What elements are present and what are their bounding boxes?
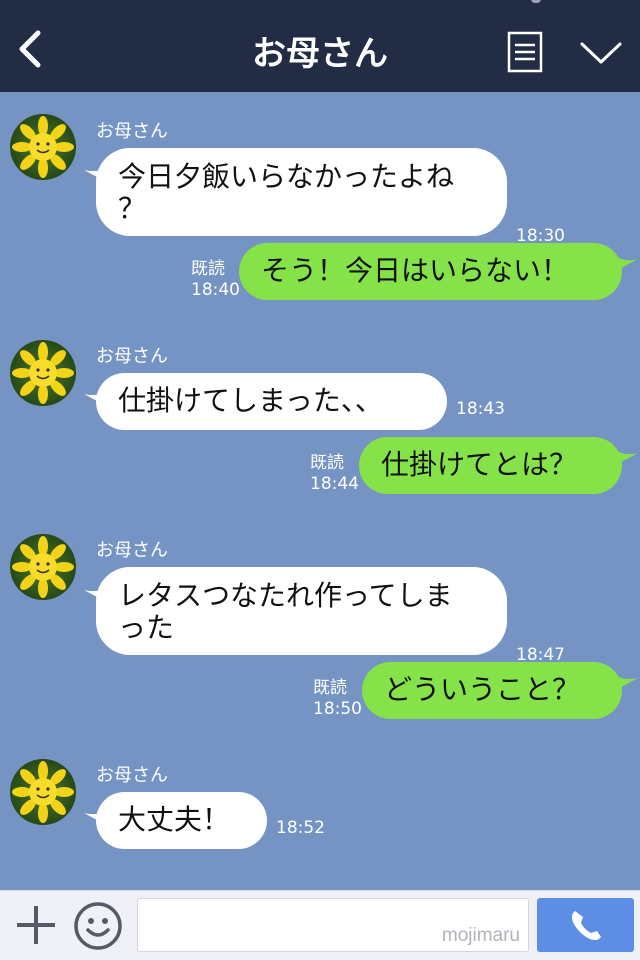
read-receipt: 既読 (313, 678, 347, 698)
menu-toggle-button[interactable] (578, 36, 624, 70)
message-bubble[interactable]: 今日夕飯いらなかったよね ？ (96, 148, 507, 236)
message-bubble[interactable]: そう！今日はいらない！ (239, 243, 622, 300)
call-button[interactable] (537, 898, 634, 952)
sender-name: お母さん (96, 540, 168, 561)
emoji-button[interactable] (73, 901, 123, 951)
read-receipt: 既読 (310, 453, 344, 473)
avatar[interactable] (10, 534, 76, 600)
sender-name: お母さん (96, 765, 168, 786)
message-bubble[interactable]: 大丈夫！ (96, 792, 267, 849)
bubble-tail (608, 253, 638, 275)
watermark-text: mojimaru (441, 925, 520, 946)
add-attachment-button[interactable] (14, 903, 58, 947)
chat-area[interactable]: お母さん 今日夕飯いらなかったよね ？ 18:30 既読 18:40 そう！今日… (0, 92, 640, 890)
avatar[interactable] (10, 114, 76, 180)
message-text-line: 大丈夫！ (118, 803, 231, 836)
note-button[interactable] (507, 31, 543, 73)
message-text-line: レタスつなたれ作ってしま (118, 579, 453, 612)
message-text: そう！今日はいらない！ (261, 254, 570, 287)
phone-icon (571, 911, 601, 941)
chat-header: お母さん (0, 0, 640, 92)
sender-name: お母さん (96, 346, 168, 367)
message-time: 18:40 (191, 280, 240, 300)
message-text: どういうこと？ (384, 673, 581, 706)
chevron-down-icon (580, 42, 622, 64)
message-time: 18:52 (276, 818, 325, 838)
sunflower-avatar-icon (10, 340, 76, 406)
bubble-tail (608, 672, 638, 694)
plus-icon (17, 906, 55, 944)
sender-name: お母さん (96, 121, 168, 142)
message-text-line: ？ (118, 192, 147, 225)
message-text-line: った (118, 611, 175, 644)
message-input-bar: mojimaru (0, 890, 640, 960)
message-bubble[interactable]: 仕掛けてしまった、、 (96, 373, 447, 430)
message-text: 仕掛けてとは？ (381, 448, 578, 481)
message-bubble[interactable]: 仕掛けてとは？ (359, 437, 622, 494)
smiley-icon (74, 902, 122, 950)
read-receipt: 既読 (191, 259, 225, 279)
message-time: 18:43 (456, 399, 505, 419)
avatar[interactable] (10, 340, 76, 406)
sunflower-avatar-icon (10, 114, 76, 180)
message-time: 18:50 (313, 699, 362, 719)
message-bubble[interactable]: どういうこと？ (362, 662, 622, 719)
chat-title: お母さん (252, 34, 388, 74)
note-icon (507, 31, 543, 73)
message-time: 18:44 (310, 474, 359, 494)
message-bubble[interactable]: レタスつなたれ作ってしま った (96, 567, 507, 655)
message-text-line: 今日夕飯いらなかったよね (118, 160, 455, 193)
status-indicator (531, 0, 541, 3)
message-input[interactable]: mojimaru (137, 898, 529, 952)
sunflower-avatar-icon (10, 759, 76, 825)
sunflower-avatar-icon (10, 534, 76, 600)
avatar[interactable] (10, 759, 76, 825)
message-text-line: 仕掛けてしまった、、 (118, 384, 383, 417)
bubble-tail (608, 447, 638, 469)
